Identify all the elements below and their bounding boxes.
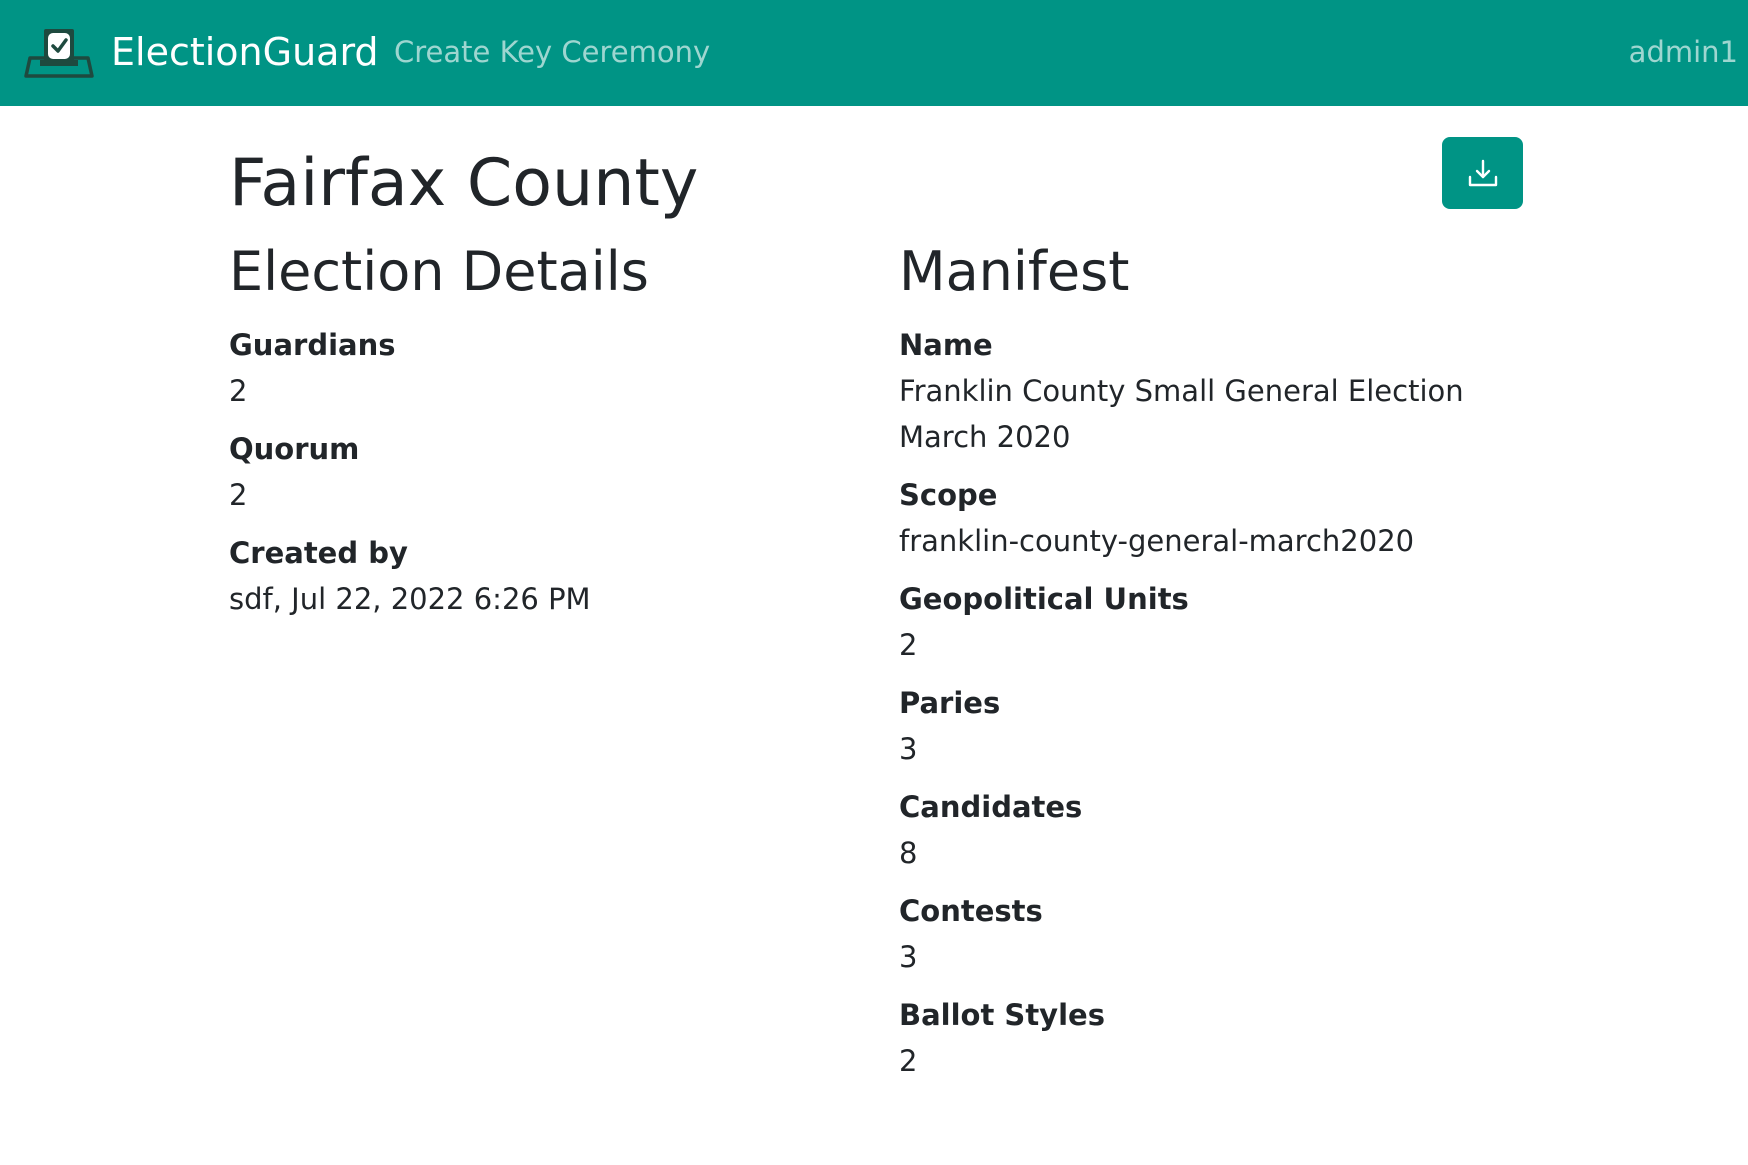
manifest-section: Name Franklin County Small General Elect… bbox=[899, 322, 1549, 1096]
create-key-ceremony-link[interactable]: Create Key Ceremony bbox=[394, 32, 710, 72]
field-value: franklin-county-general-march2020 bbox=[899, 524, 1415, 558]
contests-field: Contests 3 bbox=[899, 888, 1549, 980]
ballot-box-icon[interactable] bbox=[24, 26, 94, 80]
field-label: Geopolitical Units bbox=[899, 582, 1189, 616]
field-label: Scope bbox=[899, 478, 998, 512]
field-value: 2 bbox=[899, 1044, 918, 1078]
election-details-section: Guardians 2 Quorum 2 Created by sdf, Jul… bbox=[229, 322, 849, 634]
created-by-field: Created by sdf, Jul 22, 2022 6:26 PM bbox=[229, 530, 849, 622]
field-value: Franklin County Small General Election M… bbox=[899, 374, 1464, 454]
field-value: 2 bbox=[229, 478, 248, 512]
scope-field: Scope franklin-county-general-march2020 bbox=[899, 472, 1549, 564]
manifest-heading: Manifest bbox=[899, 240, 1130, 303]
field-label: Ballot Styles bbox=[899, 998, 1105, 1032]
field-value: 2 bbox=[899, 628, 918, 662]
field-label: Guardians bbox=[229, 328, 396, 362]
field-value: 8 bbox=[899, 836, 918, 870]
field-value: sdf, Jul 22, 2022 6:26 PM bbox=[229, 582, 591, 616]
field-value: 3 bbox=[899, 732, 918, 766]
field-label: Quorum bbox=[229, 432, 360, 466]
quorum-field: Quorum 2 bbox=[229, 426, 849, 518]
field-label: Candidates bbox=[899, 790, 1083, 824]
navbar: ElectionGuard Create Key Ceremony admin1 bbox=[0, 0, 1748, 106]
election-details-heading: Election Details bbox=[229, 240, 649, 303]
geopolitical-units-field: Geopolitical Units 2 bbox=[899, 576, 1549, 668]
candidates-field: Candidates 8 bbox=[899, 784, 1549, 876]
page-title: Fairfax County bbox=[229, 146, 699, 221]
user-menu[interactable]: admin1 bbox=[1629, 32, 1738, 72]
field-label: Created by bbox=[229, 536, 408, 570]
field-label: Contests bbox=[899, 894, 1043, 928]
name-field: Name Franklin County Small General Elect… bbox=[899, 322, 1549, 460]
guardians-field: Guardians 2 bbox=[229, 322, 849, 414]
download-icon bbox=[1468, 159, 1497, 187]
download-button[interactable] bbox=[1442, 137, 1523, 209]
field-value: 2 bbox=[229, 374, 248, 408]
brand-name[interactable]: ElectionGuard bbox=[111, 26, 379, 78]
field-value: 3 bbox=[899, 940, 918, 974]
field-label: Name bbox=[899, 328, 993, 362]
field-label: Paries bbox=[899, 686, 1001, 720]
parties-field: Paries 3 bbox=[899, 680, 1549, 772]
ballot-styles-field: Ballot Styles 2 bbox=[899, 992, 1549, 1084]
